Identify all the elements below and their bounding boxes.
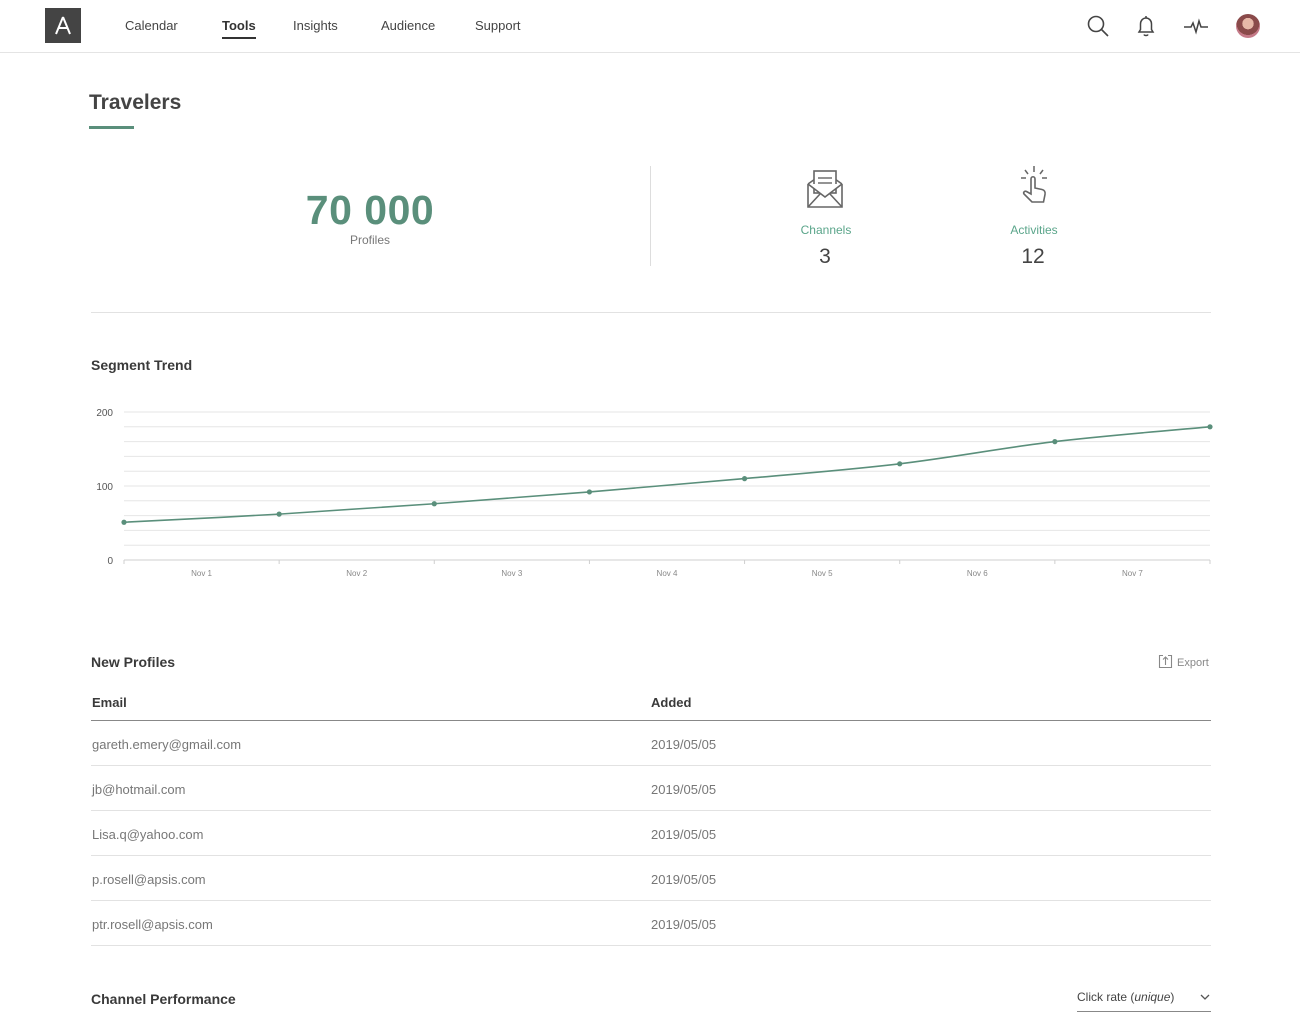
segment-trend-title: Segment Trend (91, 357, 193, 373)
avatar[interactable] (1236, 14, 1260, 38)
export-label: Export (1177, 657, 1209, 669)
pulse-icon[interactable] (1183, 14, 1208, 38)
activities-value: 12 (1021, 245, 1045, 268)
channel-performance-title: Channel Performance (91, 991, 236, 1007)
x-tick-label: Nov 3 (501, 569, 522, 578)
metric-emphasis: unique (1134, 990, 1171, 1004)
bell-icon[interactable] (1134, 14, 1158, 38)
top-navbar: Calendar Tools Insights Audience Support (0, 0, 1300, 53)
x-tick-label: Nov 5 (812, 569, 833, 578)
x-tick-label: Nov 1 (191, 569, 212, 578)
chevron-down-icon (1199, 990, 1211, 1005)
y-tick-label: 100 (96, 482, 113, 493)
data-point (586, 489, 593, 495)
channels-value: 3 (819, 245, 831, 268)
cell-added: 2019/05/05 (651, 737, 717, 752)
table-row[interactable]: ptr.rosell@apsis.com 2019/05/05 (91, 901, 1211, 946)
export-icon (1158, 654, 1173, 672)
cell-added: 2019/05/05 (651, 827, 717, 842)
metric-dropdown-value: Click rate (unique) (1077, 990, 1174, 1004)
tap-icon (1014, 164, 1054, 208)
cell-email: Lisa.q@yahoo.com (92, 827, 204, 842)
new-profiles-title: New Profiles (91, 654, 176, 670)
envelope-icon (805, 166, 845, 210)
cell-added: 2019/05/05 (651, 917, 717, 932)
metric-prefix: Click rate ( (1077, 990, 1135, 1004)
activities-label: Activities (1010, 223, 1058, 237)
data-point (121, 519, 127, 525)
channels-label: Channels (800, 223, 852, 237)
table-header: Email Added (91, 690, 1211, 721)
section-divider (91, 312, 1211, 313)
title-underline (89, 126, 134, 129)
data-point (431, 501, 437, 507)
data-point (741, 476, 748, 482)
metric-dropdown[interactable]: Click rate (unique) (1077, 990, 1211, 1012)
page-title: Travelers (89, 91, 182, 114)
column-header-added[interactable]: Added (651, 695, 691, 710)
logo-icon[interactable] (45, 8, 81, 43)
x-tick-label: Nov 6 (967, 569, 988, 578)
y-tick-label: 200 (96, 408, 113, 419)
data-point (1207, 424, 1213, 430)
segment-trend-chart: 0 100 200 Nov 1 Nov 2 Nov 3 Nov 4 Nov 5 Nov 6 Nov… (96, 408, 1213, 578)
export-button[interactable]: Export (1158, 654, 1209, 672)
nav-support[interactable]: Support (475, 18, 521, 33)
metric-suffix: ) (1170, 990, 1175, 1004)
nav-tools[interactable]: Tools (222, 18, 256, 39)
table-row[interactable]: p.rosell@apsis.com 2019/05/05 (91, 856, 1211, 901)
stats-divider (650, 166, 651, 266)
table-row[interactable]: jb@hotmail.com 2019/05/05 (91, 766, 1211, 811)
cell-email: jb@hotmail.com (92, 782, 186, 797)
column-header-email[interactable]: Email (92, 695, 127, 710)
nav-insights[interactable]: Insights (293, 18, 338, 33)
nav-audience[interactable]: Audience (381, 18, 435, 33)
table-row[interactable]: Lisa.q@yahoo.com 2019/05/05 (91, 811, 1211, 856)
profiles-count: 70 000 (305, 187, 435, 233)
new-profiles-table: Email Added gareth.emery@gmail.com 2019/… (91, 690, 1211, 946)
data-point (276, 511, 282, 517)
search-icon[interactable] (1086, 14, 1110, 38)
data-point (1052, 439, 1058, 445)
profiles-label: Profiles (349, 233, 390, 247)
cell-email: p.rosell@apsis.com (92, 872, 206, 887)
cell-added: 2019/05/05 (651, 872, 717, 887)
table-row[interactable]: gareth.emery@gmail.com 2019/05/05 (91, 721, 1211, 766)
cell-email: ptr.rosell@apsis.com (92, 917, 213, 932)
x-tick-label: Nov 2 (346, 569, 367, 578)
cell-email: gareth.emery@gmail.com (92, 737, 242, 752)
data-point (897, 461, 903, 467)
cell-added: 2019/05/05 (651, 782, 717, 797)
x-tick-label: Nov 7 (1122, 569, 1143, 578)
x-tick-label: Nov 4 (657, 569, 678, 578)
nav-calendar[interactable]: Calendar (125, 18, 178, 33)
y-tick-label: 0 (107, 556, 113, 567)
